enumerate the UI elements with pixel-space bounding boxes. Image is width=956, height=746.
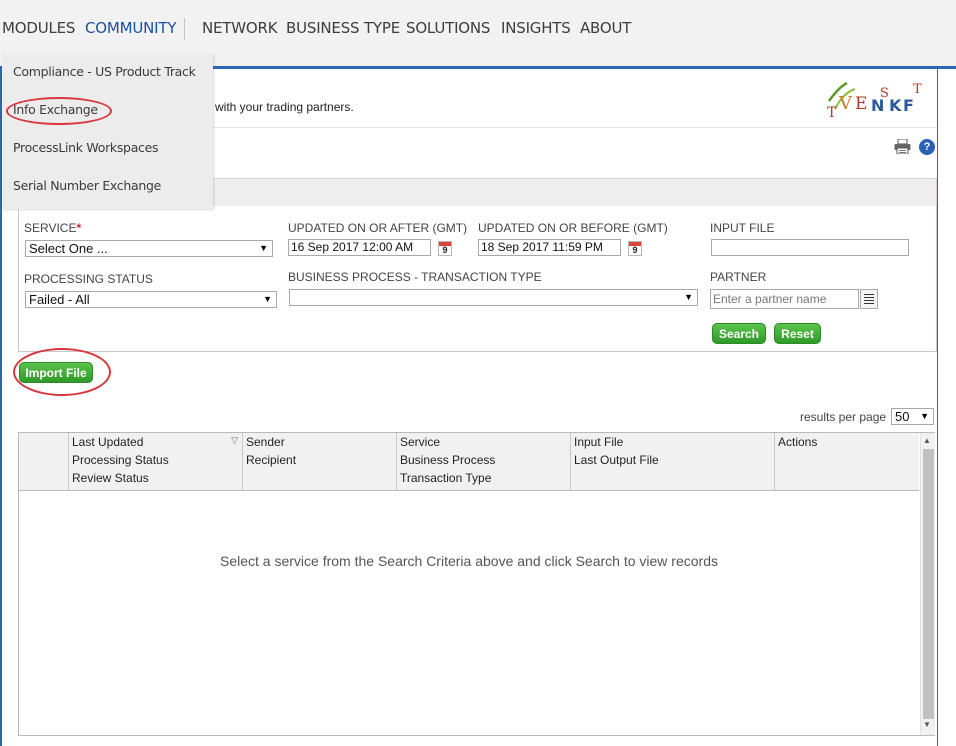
service-label: SERVICE* bbox=[24, 221, 82, 235]
business-process-label: BUSINESS PROCESS - TRANSACTION TYPE bbox=[288, 270, 542, 284]
svg-text:E: E bbox=[855, 94, 867, 114]
empty-results-message: Select a service from the Search Criteri… bbox=[220, 553, 718, 569]
menu-item-processlink[interactable]: ProcessLink Workspaces bbox=[13, 140, 159, 155]
calendar-icon[interactable]: 9 bbox=[438, 241, 452, 256]
svg-text:T: T bbox=[913, 82, 922, 97]
menu-item-serial-number[interactable]: Serial Number Exchange bbox=[13, 178, 161, 193]
table-scrollbar[interactable]: ▲ ▼ bbox=[920, 433, 935, 735]
partner-label: PARTNER bbox=[710, 270, 767, 284]
updated-before-input[interactable]: 18 Sep 2017 11:59 PM bbox=[478, 239, 621, 256]
svg-text:T: T bbox=[827, 105, 837, 119]
updated-before-label: UPDATED ON OR BEFORE (GMT) bbox=[478, 221, 668, 235]
input-file-field[interactable] bbox=[711, 239, 909, 256]
nav-network[interactable]: NETWORK bbox=[202, 19, 278, 37]
content-border-right bbox=[937, 69, 938, 746]
chevron-down-icon: ▼ bbox=[259, 243, 268, 253]
menu-item-info-exchange[interactable]: Info Exchange bbox=[13, 102, 98, 117]
print-icon[interactable] bbox=[894, 139, 911, 154]
nav-separator bbox=[184, 18, 185, 40]
table-header: Last Updated Processing Status Review Stat… bbox=[19, 433, 919, 491]
nav-solutions[interactable]: SOLUTIONS bbox=[406, 19, 490, 37]
help-icon[interactable]: ? bbox=[919, 139, 935, 155]
processing-status-label: PROCESSING STATUS bbox=[24, 272, 153, 286]
header-description: with your trading partners. bbox=[215, 100, 354, 114]
import-file-button[interactable]: Import File bbox=[19, 362, 93, 383]
svg-text:K: K bbox=[889, 96, 902, 115]
scroll-down-icon[interactable]: ▼ bbox=[923, 720, 931, 729]
scroll-up-icon[interactable]: ▲ bbox=[923, 436, 931, 445]
nav-insights[interactable]: INSIGHTS bbox=[501, 19, 571, 37]
column-header-last-updated[interactable]: Last Updated Processing Status Review Stat… bbox=[68, 433, 242, 490]
community-dropdown-menu: Compliance - US Product Track Info Excha… bbox=[2, 54, 213, 209]
results-per-page-select[interactable]: 50 ▼ bbox=[891, 408, 934, 425]
brand-logo: T V E N S K F T bbox=[827, 81, 922, 119]
scrollbar-thumb[interactable] bbox=[923, 449, 934, 719]
menu-item-compliance[interactable]: Compliance - US Product Track bbox=[13, 64, 196, 79]
input-file-label: INPUT FILE bbox=[710, 221, 775, 235]
svg-text:F: F bbox=[903, 96, 914, 115]
processing-status-select[interactable]: Failed - All ▼ bbox=[25, 291, 277, 308]
results-table: Last Updated Processing Status Review Stat… bbox=[18, 432, 935, 736]
business-process-select[interactable]: ▼ bbox=[289, 289, 698, 306]
required-marker: * bbox=[76, 221, 82, 235]
svg-text:S: S bbox=[880, 86, 889, 101]
results-per-page-label: results per page bbox=[800, 410, 887, 424]
updated-after-input[interactable]: 16 Sep 2017 12:00 AM bbox=[288, 239, 431, 256]
chevron-down-icon: ▼ bbox=[263, 294, 272, 304]
partner-input[interactable]: Enter a partner name bbox=[710, 289, 859, 309]
partner-list-icon[interactable] bbox=[860, 289, 878, 309]
sort-icon[interactable]: ▽ bbox=[231, 435, 238, 446]
chevron-down-icon: ▼ bbox=[684, 292, 693, 302]
nav-about[interactable]: ABOUT bbox=[580, 19, 631, 37]
column-header-actions: Actions bbox=[774, 433, 919, 490]
nav-modules[interactable]: MODULES bbox=[2, 19, 75, 37]
service-select[interactable]: Select One ... ▼ bbox=[25, 240, 273, 257]
svg-text:V: V bbox=[838, 93, 853, 114]
reset-button[interactable]: Reset bbox=[774, 323, 821, 344]
search-button[interactable]: Search bbox=[712, 323, 766, 344]
chevron-down-icon: ▼ bbox=[920, 411, 929, 421]
nav-community[interactable]: COMMUNITY bbox=[85, 19, 177, 37]
column-header-service[interactable]: Service Business Process Transaction Type bbox=[396, 433, 570, 490]
calendar-icon[interactable]: 9 bbox=[628, 241, 642, 256]
nav-business-type[interactable]: BUSINESS TYPE bbox=[286, 19, 400, 37]
column-header-sender[interactable]: Sender Recipient bbox=[242, 433, 396, 490]
updated-after-label: UPDATED ON OR AFTER (GMT) bbox=[288, 221, 468, 235]
column-header-input-file[interactable]: Input File Last Output File bbox=[570, 433, 774, 490]
select-column-header bbox=[19, 433, 68, 490]
